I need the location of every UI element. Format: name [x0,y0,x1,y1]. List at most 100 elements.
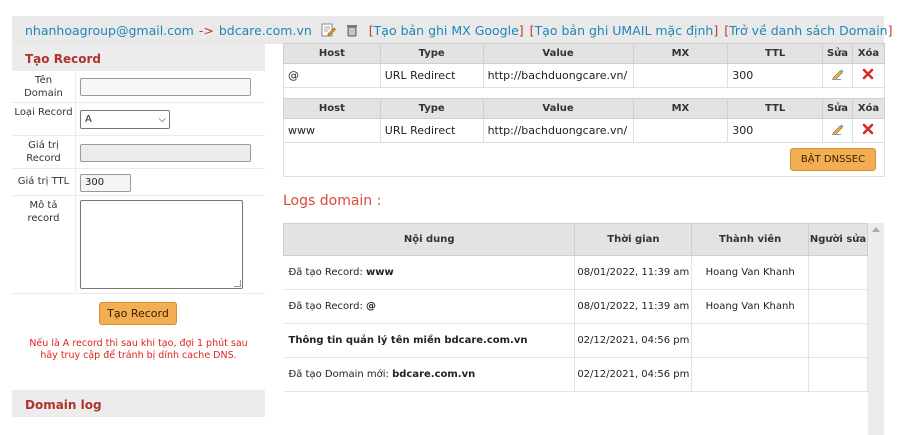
resize-handle-icon[interactable] [234,280,241,287]
trash-icon[interactable] [344,22,360,38]
member-header: Thành viên [691,223,810,256]
record-table-1: Host Type Value MX TTL Sửa Xóa @ URL Red… [283,43,886,88]
log-content: Đã tạo Record: www [283,255,576,290]
create-umail-link[interactable]: Tạo bản ghi UMAIL mặc định [535,23,714,38]
ttl-label: Giá trị TTL [12,169,76,195]
pencil-icon[interactable] [831,124,845,138]
logs-scrollbar[interactable] [868,223,884,435]
value-header: Value [482,43,634,64]
records-section: Host Type Value MX TTL Sửa Xóa @ URL Red… [283,43,886,177]
type-header: Type [379,98,484,119]
ttl-input[interactable]: 300 [80,173,131,192]
create-record-title: Tạo Record [12,44,265,71]
log-prefix: Đã tạo Domain mới: [288,368,393,380]
log-time: 08/01/2022, 11:39 am [574,289,693,324]
bracket-close: ] [518,22,524,38]
pencil-icon[interactable] [831,69,845,83]
log-content: Đã tạo Record: @ [283,289,576,324]
log-subject: Thông tin quản lý tên miền bdcare.com.vn [288,334,528,346]
log-editor [808,323,868,358]
table-row: Thông tin quản lý tên miền bdcare.com.vn… [283,323,868,358]
table-row: @ URL Redirect http://bachduongcare.vn/ … [283,63,886,88]
record-value-label: Giá trị Record [12,136,76,168]
description-label: Mô tả record [12,196,76,293]
domain-log-header[interactable]: Domain log [12,390,265,417]
log-member: Hoang Van Khanh [691,289,810,324]
type-header: Type [379,43,484,64]
domain-name: bdcare.com.vn [218,22,312,38]
record-type: URL Redirect [379,63,484,88]
log-content: Thông tin quản lý tên miền bdcare.com.vn [283,323,576,358]
table-row: Đã tạo Record: @ 08/01/2022, 11:39 am Ho… [283,289,868,324]
log-time: 02/12/2021, 04:56 pm [574,323,693,358]
chevron-down-icon: ⌵ [158,114,166,125]
record-ttl: 300 [727,118,824,143]
log-member [691,323,810,358]
log-subject: @ [366,300,376,312]
domain-input[interactable] [80,78,251,96]
record-mx [632,118,729,143]
bracket-close: ] [713,22,719,38]
delete-header: Xóa [851,98,886,119]
record-value: http://bachduongcare.vn/ [482,118,634,143]
table-row: Đã tạo Record: www 08/01/2022, 11:39 am … [283,255,868,290]
log-editor [808,357,868,392]
logs-table-wrapper: Nội dung Thời gian Thành viên Người sửa … [282,223,868,392]
log-prefix: Đã tạo Record: [288,266,366,278]
logs-domain-title: Logs domain : [283,193,382,209]
logs-table: Nội dung Thời gian Thành viên Người sửa … [282,223,868,392]
domain-label: Tên Domain [12,71,76,102]
scroll-up-icon[interactable] [872,227,880,232]
log-subject: www [366,266,394,278]
content-header: Nội dung [282,223,576,256]
log-time: 08/01/2022, 11:39 am [574,255,693,290]
log-time: 02/12/2021, 04:56 pm [574,357,693,392]
log-member: Hoang Van Khanh [691,255,810,290]
record-table-2: Host Type Value MX TTL Sửa Xóa www URL R… [283,98,886,143]
edit-header: Sửa [822,43,853,64]
record-type-label: Loại Record [12,103,76,135]
record-value: http://bachduongcare.vn/ [482,63,634,88]
delete-x-icon[interactable] [862,123,874,138]
record-mx [632,63,729,88]
enable-dnssec-button[interactable]: BẬT DNSSEC [790,148,876,171]
edit-icon[interactable] [320,22,336,38]
ttl-header: TTL [727,98,824,119]
record-type: URL Redirect [379,118,484,143]
log-editor [808,289,868,324]
delete-x-icon[interactable] [862,68,874,83]
bracket-close: ] [887,22,893,38]
time-header: Thời gian [574,223,693,256]
log-subject: bdcare.com.vn [392,368,476,380]
mx-header: MX [632,98,729,119]
log-editor [808,255,868,290]
dnssec-row: BẬT DNSSEC [283,143,885,177]
record-value-input[interactable] [80,143,251,162]
table-row: Đã tạo Domain mới: bdcare.com.vn 02/12/2… [283,357,868,392]
record-host: www [283,118,381,143]
domain-header-bar: nhanhoagroup@gmail.com -> bdcare.com.vn … [12,16,892,44]
table-row: www URL Redirect http://bachduongcare.vn… [283,118,886,143]
log-member [691,357,810,392]
record-type-select[interactable]: A ⌵ [80,110,170,129]
arrow-separator: -> [198,22,214,38]
description-textarea[interactable] [80,200,243,289]
log-prefix: Đã tạo Record: [288,300,366,312]
editor-header: Người sửa [808,223,868,256]
account-email: nhanhoagroup@gmail.com [25,22,194,38]
create-mx-google-link[interactable]: Tạo bản ghi MX Google [374,23,519,38]
ttl-header: TTL [727,43,824,64]
record-type-value: A [85,114,92,125]
host-header: Host [283,98,381,119]
record-host: @ [283,63,381,88]
delete-header: Xóa [851,43,886,64]
value-header: Value [482,98,634,119]
record-ttl: 300 [727,63,824,88]
create-record-button[interactable]: Tạo Record [99,302,177,325]
host-header: Host [283,43,381,64]
mx-header: MX [632,43,729,64]
create-record-panel: Tạo Record Tên Domain Loại Record A ⌵ Gi… [12,44,265,376]
back-to-domain-list-link[interactable]: Trở về danh sách Domain [729,23,887,38]
dns-cache-note: Nếu là A record thì sau khi tạo, đợi 1 p… [29,338,248,361]
edit-header: Sửa [822,98,853,119]
